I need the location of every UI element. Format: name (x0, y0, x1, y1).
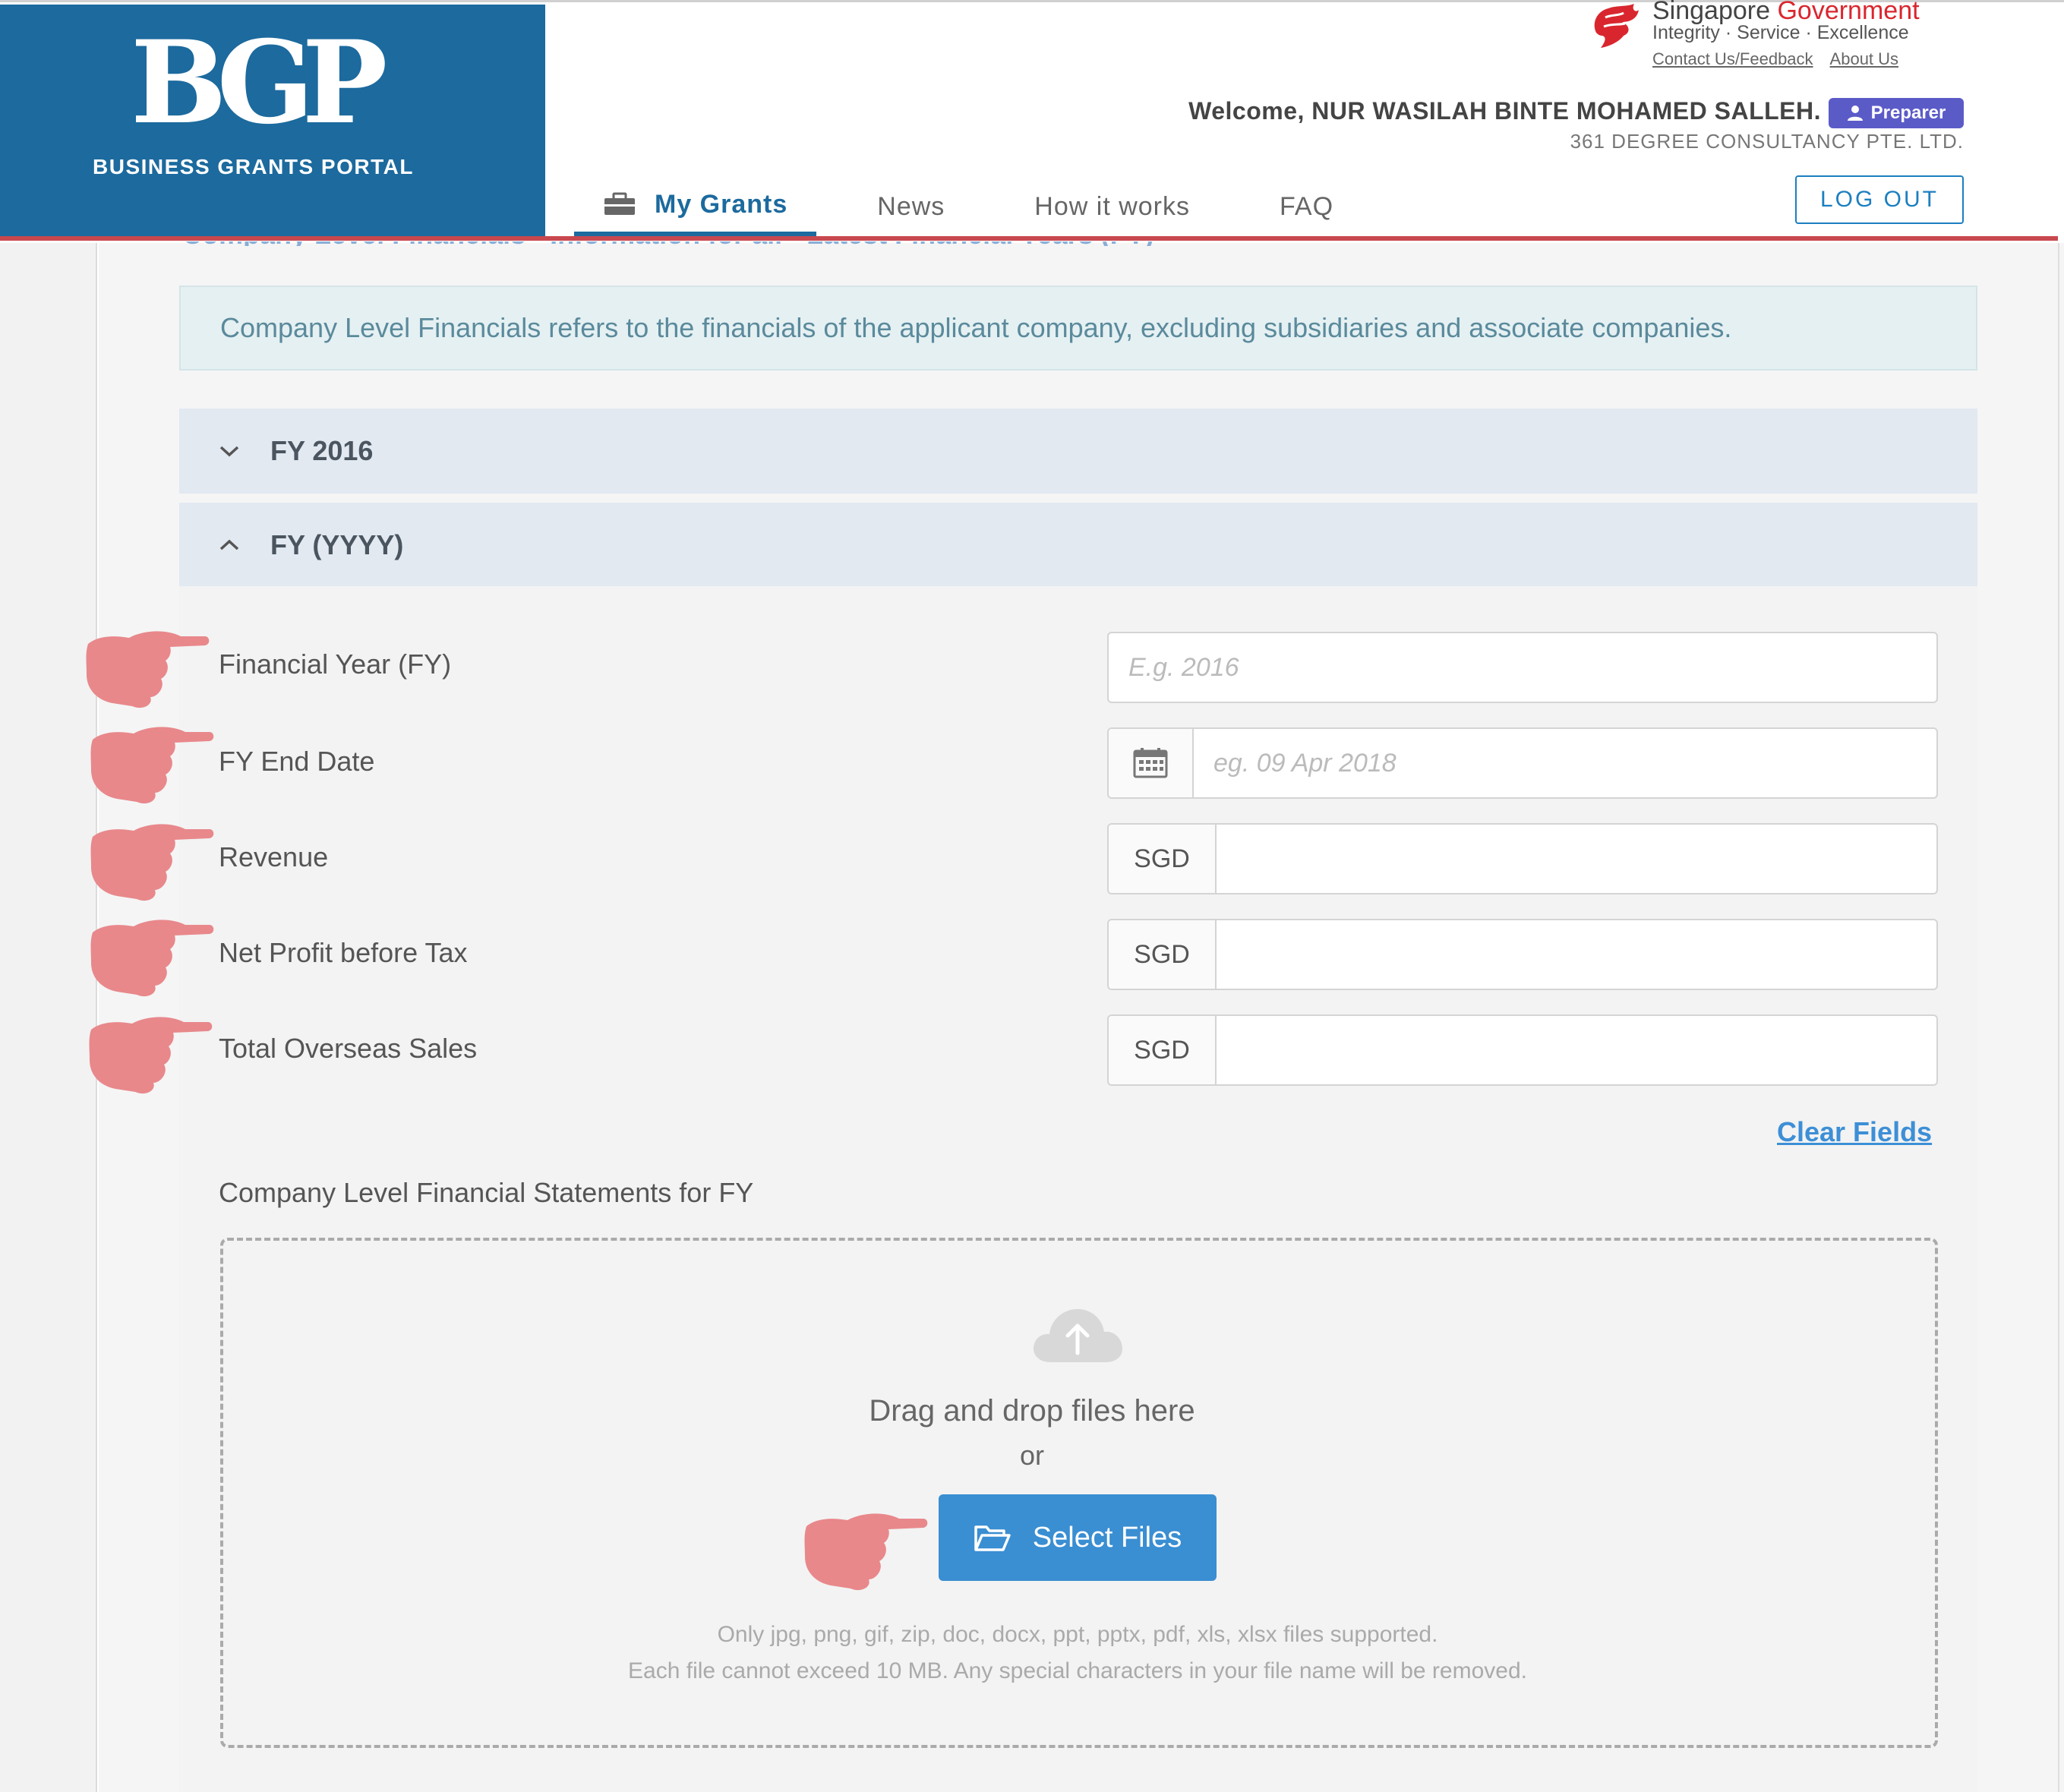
pointing-hand-icon (804, 1513, 928, 1591)
currency-addon: SGD (1109, 825, 1217, 893)
site-header: BGP BUSINESS GRANTS PORTAL Singapore Gov… (0, 0, 2064, 241)
header-divider (0, 236, 2058, 241)
role-label: Preparer (1870, 103, 1946, 123)
nav-how-it-works[interactable]: How it works (1034, 177, 1190, 236)
overseas-sales-label: Total Overseas Sales (219, 1033, 478, 1064)
welcome-text: Welcome, NUR WASILAH BINTE MOHAMED SALLE… (1188, 97, 1821, 125)
logout-button[interactable]: LOG OUT (1795, 175, 1964, 224)
pointing-hand-icon (90, 824, 214, 901)
fy-end-date-placeholder: eg. 09 Apr 2018 (1213, 748, 1397, 778)
currency-addon: SGD (1109, 920, 1217, 989)
accordion-fy2016[interactable]: FY 2016 (179, 409, 1977, 494)
gov-tagline: Integrity · Service · Excellence (1652, 22, 1909, 43)
drop-or: or (1019, 1440, 1044, 1471)
clear-fields-link[interactable]: Clear Fields (1777, 1116, 1932, 1148)
accordion-fy-yyyy[interactable]: FY (YYYY) (179, 503, 1977, 588)
company-name: 361 DEGREE CONSULTANCY PTE. LTD. (1570, 130, 1964, 153)
bgp-logo[interactable]: BGP BUSINESS GRANTS PORTAL (0, 5, 545, 237)
select-files-label: Select Files (1032, 1521, 1182, 1554)
info-note: Company Level Financials refers to the f… (179, 286, 1977, 371)
overseas-sales-input[interactable]: SGD (1107, 1014, 1938, 1086)
user-icon (1847, 106, 1863, 121)
gov-title: Singapore Government (1652, 0, 1920, 25)
fy-end-date-label: FY End Date (219, 746, 375, 777)
nav-my-grants-label: My Grants (655, 189, 788, 219)
select-files-button[interactable]: Select Files (939, 1494, 1217, 1581)
file-type-hint: Only jpg, png, gif, zip, doc, docx, ppt,… (717, 1622, 1438, 1647)
net-profit-label: Net Profit before Tax (219, 937, 468, 968)
pointing-hand-icon (89, 1017, 213, 1094)
revenue-input[interactable]: SGD (1107, 823, 1938, 894)
briefcase-icon (604, 192, 635, 215)
nav-my-grants[interactable]: My Grants (574, 177, 817, 236)
drop-title: Drag and drop files here (869, 1394, 1195, 1428)
logo-subtitle: BUSINESS GRANTS PORTAL (93, 155, 414, 178)
nav-faq[interactable]: FAQ (1280, 177, 1333, 236)
calendar-icon (1133, 748, 1168, 778)
net-profit-input[interactable]: SGD (1107, 919, 1938, 990)
fy-input[interactable]: E.g. 2016 (1107, 632, 1938, 703)
left-gutter (0, 243, 97, 1792)
fy-placeholder: E.g. 2016 (1128, 652, 1239, 682)
fy-label: Financial Year (FY) (219, 648, 452, 680)
chevron-up-icon (219, 539, 239, 551)
statements-label: Company Level Financial Statements for F… (219, 1177, 754, 1208)
nav-news[interactable]: News (877, 177, 945, 236)
about-us-link[interactable]: About Us (1830, 49, 1899, 68)
chevron-down-icon (219, 446, 239, 457)
page: Company Level Financials · Information f… (0, 0, 2064, 1792)
currency-addon: SGD (1109, 1016, 1217, 1084)
revenue-label: Revenue (219, 841, 329, 872)
fy-end-date-input[interactable]: eg. 09 Apr 2018 (1107, 727, 1938, 799)
singapore-lion-icon (1594, 4, 1639, 48)
role-badge: Preparer (1829, 98, 1964, 128)
logo-text: BGP (131, 16, 387, 150)
accordion-fy-yyyy-label: FY (YYYY) (270, 529, 404, 560)
right-scroll-edge (2058, 243, 2064, 1792)
cloud-upload-icon (1033, 1309, 1122, 1362)
pointing-hand-icon (90, 727, 214, 804)
folder-open-icon (974, 1525, 1011, 1551)
calendar-button[interactable] (1109, 729, 1194, 797)
file-size-hint: Each file cannot exceed 10 MB. Any speci… (628, 1658, 1527, 1683)
pointing-hand-icon (86, 631, 210, 708)
pointing-hand-icon (90, 920, 214, 997)
gov-links: Contact Us/Feedback About Us (1652, 49, 1915, 69)
accordion-fy2016-label: FY 2016 (270, 435, 374, 466)
contact-us-link[interactable]: Contact Us/Feedback (1652, 49, 1813, 68)
main-nav: My Grants News How it works FAQ (574, 177, 1423, 236)
